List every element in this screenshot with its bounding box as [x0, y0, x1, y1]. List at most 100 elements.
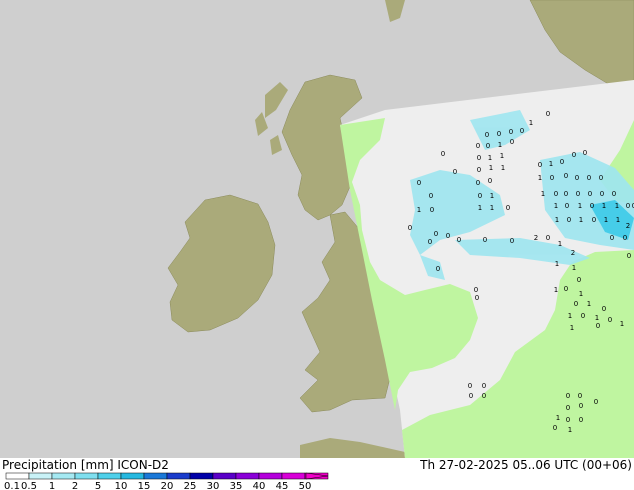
- precip-value-marker: 0: [579, 402, 583, 410]
- precip-value-marker: 0: [482, 392, 486, 400]
- legend-tick-label: 20: [161, 481, 174, 490]
- precip-value-marker: 0: [626, 202, 630, 210]
- precip-value-marker: 0: [574, 300, 578, 308]
- legend-tick-label: 2: [72, 481, 78, 490]
- precip-value-marker: 0: [588, 190, 592, 198]
- legend-tick-label: 30: [207, 481, 220, 490]
- legend-box: [5, 472, 30, 480]
- precip-value-marker: 0: [486, 142, 490, 150]
- precip-value-marker: 1: [558, 240, 562, 248]
- legend-tick-label: 25: [184, 481, 197, 490]
- precip-value-marker: 0: [478, 192, 482, 200]
- valid-time: Th 27-02-2025 05..06 UTC (00+06): [420, 458, 632, 472]
- map-footer: Precipitation [mm] ICON-D2 Th 27-02-2025…: [0, 458, 634, 490]
- precip-value-marker: 1: [570, 324, 574, 332]
- legend-ticks: 0.1 0.5 1 2 5 10 15 20 25 30 35 40 45 50: [4, 481, 311, 490]
- precip-value-marker: 0: [550, 174, 554, 182]
- precip-value-marker: 1: [529, 119, 533, 127]
- precip-value-marker: 0: [623, 234, 627, 242]
- legend-tick-label: 15: [138, 481, 151, 490]
- legend-boxes: [5, 472, 329, 480]
- precip-value-marker: 1: [616, 216, 620, 224]
- legend-box: [166, 472, 191, 480]
- precip-value-marker: 0: [583, 149, 587, 157]
- legend-tick-label: 50: [299, 481, 312, 490]
- precip-value-marker: 0: [510, 138, 514, 146]
- precip-value-marker: 1: [488, 154, 492, 162]
- precip-value-marker: 0: [453, 168, 457, 176]
- precip-value-marker: 0: [560, 158, 564, 166]
- precip-value-marker: 0: [510, 237, 514, 245]
- precip-value-marker: 0: [608, 316, 612, 324]
- precip-value-marker: 0: [566, 392, 570, 400]
- precip-value-marker: 0: [594, 398, 598, 406]
- legend-box: [74, 472, 99, 480]
- precip-value-marker: 0: [488, 177, 492, 185]
- precip-value-marker: 0: [546, 234, 550, 242]
- precip-value-marker: 0: [477, 154, 481, 162]
- precip-value-marker: 0: [579, 416, 583, 424]
- precip-value-marker: 1: [604, 216, 608, 224]
- legend-box: [281, 472, 306, 480]
- color-legend: 0.1 0.5 1 2 5 10 15 20 25 30 35 40 45 50: [4, 472, 329, 490]
- precip-value-marker: 0: [554, 190, 558, 198]
- legend-tick-label: 10: [115, 481, 128, 490]
- precip-value-marker: 1: [568, 312, 572, 320]
- map-canvas: 0 0 0 0010 0 1 00 1 100 0 1 10 000 0 101 01 100 0 0 0 0 2 0120…: [0, 0, 634, 458]
- precip-value-marker: 0: [474, 286, 478, 294]
- precip-value-marker: 0: [564, 285, 568, 293]
- precip-value-marker: 1: [555, 260, 559, 268]
- precip-value-marker: 0: [565, 202, 569, 210]
- precip-value-marker: 2: [534, 234, 538, 242]
- precip-value-marker: 0: [581, 312, 585, 320]
- precip-value-marker: 1: [615, 202, 619, 210]
- precip-value-marker: 0: [436, 265, 440, 273]
- legend-box: [212, 472, 237, 480]
- precip-value-marker: 0: [553, 424, 557, 432]
- precip-value-marker: 0: [610, 234, 614, 242]
- legend-tick-label: 1: [49, 481, 55, 490]
- precip-value-marker: 0: [429, 192, 433, 200]
- precip-value-marker: 1: [568, 426, 572, 434]
- precip-value-marker: 0: [576, 190, 580, 198]
- precip-value-marker: 0: [506, 204, 510, 212]
- precip-value-marker: 0: [546, 110, 550, 118]
- precip-value-marker: 0: [482, 382, 486, 390]
- precip-value-marker: 1: [578, 202, 582, 210]
- precip-value-marker: 0: [483, 236, 487, 244]
- precip-value-marker: 1: [549, 160, 553, 168]
- precip-value-marker: 0: [469, 392, 473, 400]
- legend-tick-label: 40: [253, 481, 266, 490]
- precip-value-marker: 1: [490, 192, 494, 200]
- precip-value-marker: 1: [489, 164, 493, 172]
- legend-box: [235, 472, 260, 480]
- legend-tick-label: 0.1: [4, 481, 20, 490]
- precip-value-marker: 0: [578, 392, 582, 400]
- legend-tick-label: 0.5: [21, 481, 37, 490]
- precip-value-marker: 1: [579, 216, 583, 224]
- precip-value-marker: 0: [434, 230, 438, 238]
- precip-value-marker: 1: [538, 174, 542, 182]
- precip-value-marker: 1: [554, 286, 558, 294]
- precip-value-marker: 0: [408, 224, 412, 232]
- precip-value-marker: 0: [428, 238, 432, 246]
- precip-value-marker: 0: [446, 232, 450, 240]
- precipitation-map[interactable]: 0000010010011000110000010101100000020120…: [0, 0, 634, 458]
- precip-value-marker: 1: [541, 190, 545, 198]
- precip-value-marker: 0: [477, 166, 481, 174]
- precip-value-marker: 1: [620, 320, 624, 328]
- precip-value-marker: 0: [476, 142, 480, 150]
- precip-value-marker: 0: [441, 150, 445, 158]
- precip-value-marker: 1: [579, 290, 583, 298]
- precip-value-marker: 1: [498, 141, 502, 149]
- precip-value-marker: 0: [475, 294, 479, 302]
- precip-value-marker: 1: [555, 216, 559, 224]
- precip-value-marker: 0: [497, 130, 501, 138]
- precip-value-marker: 0: [572, 151, 576, 159]
- precip-value-marker: 0: [485, 131, 489, 139]
- legend-tick-label: 35: [230, 481, 243, 490]
- legend-tick-label: 5: [95, 481, 101, 490]
- precip-value-marker: 0: [457, 236, 461, 244]
- legend-box: [189, 472, 214, 480]
- precip-value-marker: 1: [572, 264, 576, 272]
